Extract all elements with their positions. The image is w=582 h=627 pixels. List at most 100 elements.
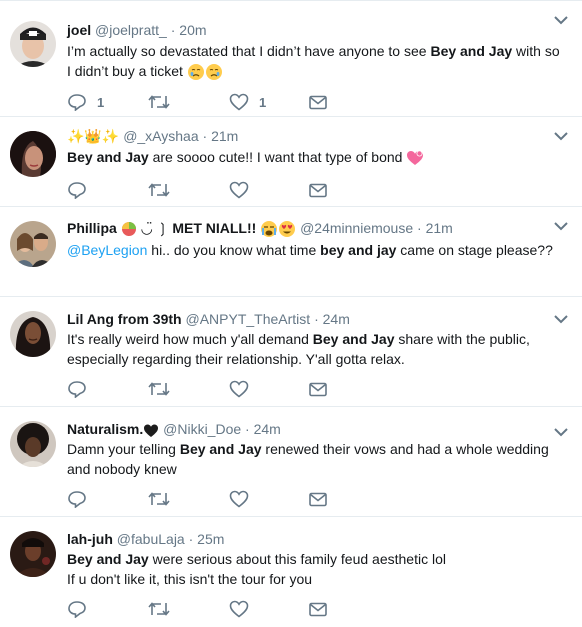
username[interactable]: @fabuLaja <box>117 531 185 547</box>
keyword-highlight: Bey and Jay <box>67 149 149 165</box>
envelope-icon <box>309 382 327 396</box>
timestamp[interactable]: 24m <box>254 421 281 437</box>
tweet-4[interactable]: Lil Ang from 39th @ANPYT_TheArtist · 24m… <box>0 297 582 407</box>
message-button[interactable] <box>309 599 327 619</box>
tweet-text: @BeyLegion hi.. do you know what time be… <box>67 242 553 258</box>
envelope-icon <box>309 602 327 616</box>
chevron-down-icon[interactable] <box>554 314 568 324</box>
envelope-icon <box>309 183 327 197</box>
timestamp[interactable]: 20m <box>179 22 206 38</box>
tweet-text: Bey and Jay were serious about this fami… <box>67 551 446 587</box>
tweet-6[interactable]: lah-juh @fabuLaja · 25m Bey and Jay were… <box>0 517 582 627</box>
reply-icon <box>68 381 86 398</box>
tweet-header: joel @joelpratt_ · 20m <box>67 21 207 39</box>
tweet-header: Naturalism. @Nikki_Doe · 24m <box>67 420 281 438</box>
avatar[interactable] <box>10 221 56 267</box>
retweet-button[interactable] <box>148 599 170 619</box>
like-button[interactable]: 1 <box>229 92 266 112</box>
like-button[interactable] <box>229 599 249 619</box>
tweet-text: I’m actually so devastated that I didn’t… <box>67 41 567 81</box>
crying-face-icon <box>187 64 204 81</box>
mention-link[interactable]: @BeyLegion <box>67 242 147 258</box>
retweet-button[interactable] <box>148 92 170 112</box>
separator: · <box>245 421 250 437</box>
reply-icon <box>68 94 86 111</box>
reply-button[interactable] <box>67 599 87 619</box>
avatar[interactable] <box>10 311 56 357</box>
message-button[interactable] <box>309 489 327 509</box>
reply-icon <box>68 491 86 508</box>
black-heart-icon <box>144 424 159 437</box>
avatar[interactable] <box>10 531 56 577</box>
like-button[interactable] <box>229 489 249 509</box>
retweet-button[interactable] <box>148 379 170 399</box>
heart-icon <box>229 490 249 508</box>
timestamp[interactable]: 25m <box>197 531 224 547</box>
username[interactable]: @ANPYT_TheArtist <box>185 311 310 327</box>
tweet-header: Lil Ang from 39th @ANPYT_TheArtist · 24m <box>67 310 350 328</box>
heart-icon <box>229 380 249 398</box>
username[interactable]: @Nikki_Doe <box>163 421 241 437</box>
crying-face-icon <box>205 64 222 81</box>
display-name[interactable]: ✨👑✨ <box>67 128 119 144</box>
lollipop-icon <box>121 222 136 237</box>
tweet-header: lah-juh @fabuLaja · 25m <box>67 530 224 548</box>
tweet-header: ✨👑✨ @_xAyshaa · 21m <box>67 127 238 145</box>
display-name[interactable]: Lil Ang from 39th <box>67 311 182 327</box>
retweet-icon <box>148 183 170 197</box>
reply-button[interactable] <box>67 489 87 509</box>
retweet-icon <box>148 95 170 109</box>
keyword-highlight: Bey and Jay <box>430 43 513 59</box>
tweet-1[interactable]: joel @joelpratt_ · 20m I’m actually so d… <box>0 0 582 117</box>
keyword-highlight: Bey and Jay <box>67 551 149 567</box>
tweet-text: Damn your telling Bey and Jay renewed th… <box>67 441 549 477</box>
reply-button[interactable] <box>67 379 87 399</box>
heart-icon <box>229 181 249 199</box>
timestamp[interactable]: 24m <box>323 311 350 327</box>
display-name[interactable]: Phillipa ◡̈ ❳ MET NIALL!! <box>67 220 296 238</box>
chevron-down-icon[interactable] <box>554 221 568 231</box>
tweet-header: Phillipa ◡̈ ❳ MET NIALL!! @24minniemouse… <box>67 219 453 238</box>
name-symbols: ◡̈ ❳ <box>140 220 169 236</box>
message-button[interactable] <box>309 92 327 112</box>
timestamp[interactable]: 21m <box>426 220 453 236</box>
display-name[interactable]: joel <box>67 22 91 38</box>
username[interactable]: @_xAyshaa <box>123 128 198 144</box>
chevron-down-icon[interactable] <box>554 427 568 437</box>
avatar[interactable] <box>10 421 56 467</box>
keyword-highlight: bey and jay <box>320 242 397 258</box>
tweet-text: It's really weird how much y'all demand … <box>67 331 530 367</box>
like-button[interactable] <box>229 180 249 200</box>
username[interactable]: @24minniemouse <box>300 220 413 236</box>
tweet-3[interactable]: Phillipa ◡̈ ❳ MET NIALL!! @24minniemouse… <box>0 207 582 297</box>
retweet-icon <box>148 602 170 616</box>
message-button[interactable] <box>309 180 327 200</box>
heart-eyes-icon <box>279 221 296 238</box>
reply-icon <box>68 601 86 618</box>
envelope-icon <box>309 95 327 109</box>
timestamp[interactable]: 21m <box>211 128 238 144</box>
separator: · <box>188 531 194 547</box>
like-button[interactable] <box>229 379 249 399</box>
name-emoji: ✨👑✨ <box>67 128 120 144</box>
separator: · <box>417 220 422 236</box>
retweet-button[interactable] <box>148 180 170 200</box>
avatar[interactable] <box>10 21 56 67</box>
reply-button[interactable]: 1 <box>67 92 104 112</box>
username[interactable]: @joelpratt_ <box>95 22 167 38</box>
chevron-down-icon[interactable] <box>554 131 568 141</box>
chevron-down-icon[interactable] <box>554 15 568 25</box>
reply-button[interactable] <box>67 180 87 200</box>
avatar[interactable] <box>10 131 56 177</box>
message-button[interactable] <box>309 379 327 399</box>
tweet-2[interactable]: ✨👑✨ @_xAyshaa · 21m Bey and Jay are sooo… <box>0 117 582 207</box>
reply-icon <box>68 182 86 199</box>
tweet-text: Bey and Jay are soooo cute!! I want that… <box>67 147 567 167</box>
retweet-icon <box>148 382 170 396</box>
tweet-5[interactable]: Naturalism. @Nikki_Doe · 24m Damn your t… <box>0 407 582 517</box>
retweet-button[interactable] <box>148 489 170 509</box>
display-name[interactable]: lah-juh <box>67 531 113 547</box>
display-name[interactable]: Naturalism. <box>67 421 159 437</box>
reply-count: 1 <box>97 94 105 110</box>
heart-icon <box>229 600 249 618</box>
